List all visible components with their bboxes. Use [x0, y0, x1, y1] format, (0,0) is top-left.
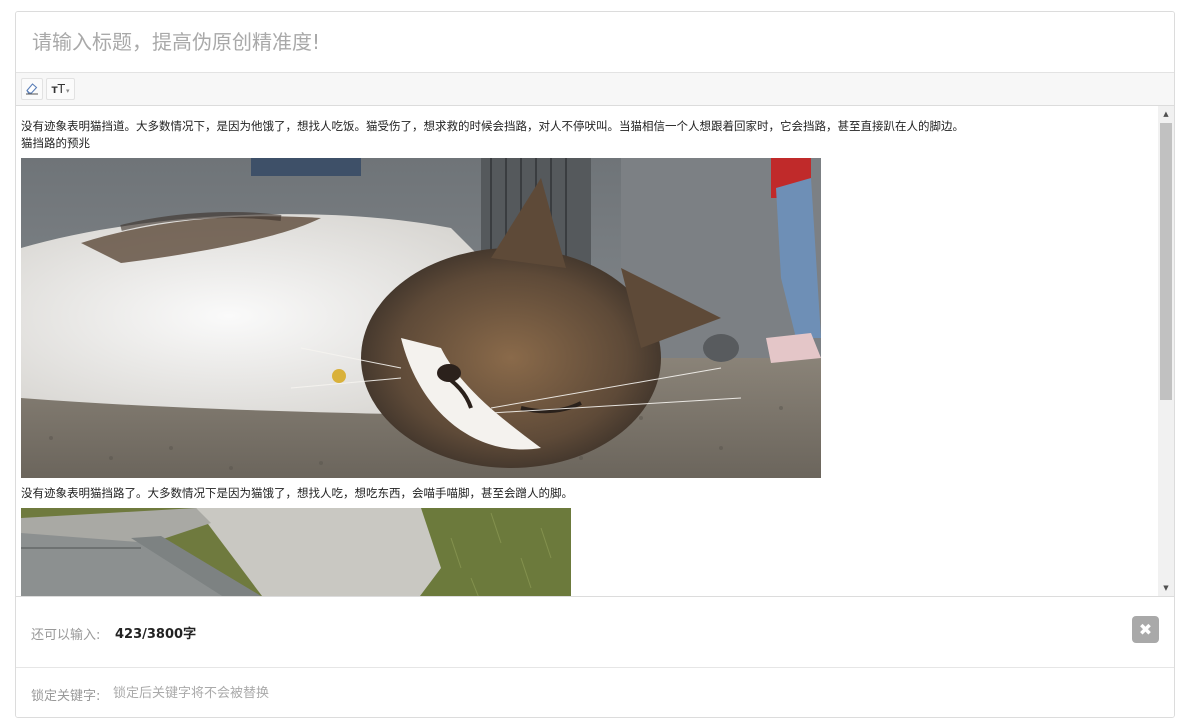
remaining-count-value: 423/3800字: [115, 627, 197, 642]
editor-scrollbar[interactable]: ▲ ▼: [1158, 106, 1174, 596]
eraser-button[interactable]: [21, 78, 43, 100]
editor-content[interactable]: 没有迹象表明猫挡道。大多数情况下，是因为他饿了，想找人吃饭。猫受伤了，想求救的时…: [21, 118, 1151, 596]
paragraph: 猫挡路的预兆: [21, 136, 90, 150]
eraser-icon: [25, 80, 39, 99]
remaining-count-label: 还可以输入:: [31, 628, 101, 643]
title-row: [16, 12, 1174, 73]
close-icon: ✖: [1138, 620, 1153, 639]
chevron-down-icon: ▾: [65, 87, 70, 95]
scrollbar-thumb[interactable]: [1160, 123, 1172, 400]
paragraph: 没有迹象表明猫挡道。大多数情况下，是因为他饿了，想找人吃饭。猫受伤了，想求救的时…: [21, 119, 964, 133]
rich-text-editor[interactable]: 没有迹象表明猫挡道。大多数情况下，是因为他饿了，想找人吃饭。猫受伤了，想求救的时…: [16, 106, 1174, 597]
font-size-button[interactable]: TT▾: [46, 78, 75, 100]
font-size-icon: TT▾: [51, 82, 70, 96]
scroll-down-icon[interactable]: ▼: [1158, 581, 1174, 595]
keyword-lock-row: 锁定关键字:: [16, 668, 1174, 717]
title-input[interactable]: [16, 12, 1174, 72]
clear-button[interactable]: ✖: [1132, 616, 1159, 643]
word-count-row: 还可以输入: 423/3800字 ✖: [16, 597, 1174, 668]
keyword-lock-input[interactable]: [111, 678, 715, 708]
editor-toolbar: TT▾: [16, 73, 1174, 106]
grass-curb-image: [21, 508, 1151, 596]
paragraph: 没有迹象表明猫挡路了。大多数情况下是因为猫饿了，想找人吃，想吃东西，会喵手喵脚，…: [21, 486, 573, 500]
keyword-lock-label: 锁定关键字:: [31, 689, 101, 704]
scroll-up-icon[interactable]: ▲: [1158, 107, 1174, 121]
cat-sleeping-image: [21, 158, 1151, 478]
article-editor-panel: TT▾ 没有迹象表明猫挡道。大多数情况下，是因为他饿了，想找人吃饭。猫受伤了，想…: [15, 11, 1175, 718]
